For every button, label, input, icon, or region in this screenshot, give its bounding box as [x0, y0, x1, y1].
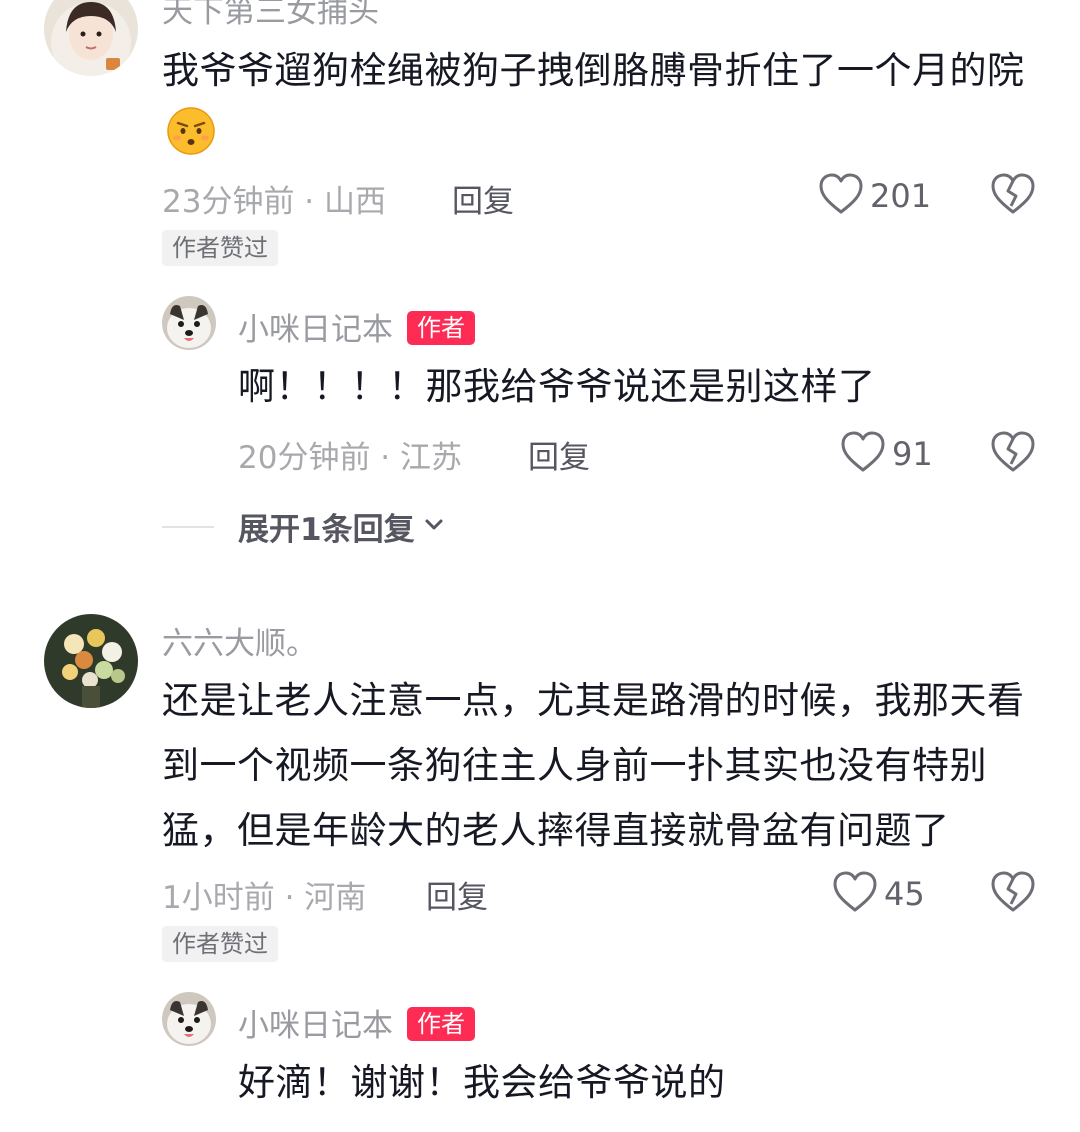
author-tag: 作者	[407, 311, 475, 345]
heart-outline-icon	[840, 430, 886, 478]
reply-text: 啊！！！！那我给爷爷说还是别这样了	[238, 365, 876, 408]
expand-replies-button[interactable]: 展开1条回复	[162, 504, 445, 549]
reply-button[interactable]: 回复	[426, 872, 488, 917]
like-count: 91	[892, 435, 933, 473]
expand-replies-label: 展开1条回复	[238, 512, 415, 548]
like-button[interactable]: 201	[818, 172, 931, 220]
heart-outline-icon	[818, 172, 864, 220]
chevron-down-icon	[423, 514, 445, 540]
comment-text: 还是让老人注意一点，尤其是路滑的时候，我那天看到一个视频一条狗往主人身前一扑其实…	[162, 679, 1025, 852]
like-count: 45	[884, 875, 925, 913]
reply-username[interactable]: 小咪日记本 作者	[238, 1000, 475, 1045]
comment-username[interactable]: 天下第三女捕头	[162, 0, 379, 31]
avatar[interactable]	[44, 0, 138, 76]
like-button[interactable]: 45	[832, 870, 925, 918]
worried-face-icon	[166, 106, 216, 176]
divider	[162, 525, 214, 528]
reply-button[interactable]: 回复	[528, 432, 590, 477]
author-liked-badge: 作者赞过	[162, 230, 278, 266]
dislike-button[interactable]	[990, 870, 1036, 918]
comment-text: 我爷爷遛狗栓绳被狗子拽倒胳膊骨折住了一个月的院	[162, 38, 1042, 176]
avatar[interactable]	[44, 614, 138, 708]
avatar[interactable]	[162, 992, 216, 1046]
author-liked-badge: 作者赞过	[162, 926, 278, 962]
like-count: 201	[870, 177, 932, 215]
comment-username[interactable]: 六六大顺。	[162, 618, 317, 663]
author-tag: 作者	[407, 1007, 475, 1041]
heart-outline-icon	[832, 870, 878, 918]
broken-heart-icon	[990, 173, 1036, 220]
comment-time-location: 1小时前 · 河南	[162, 880, 367, 916]
like-button[interactable]: 91	[840, 430, 933, 478]
dislike-button[interactable]	[990, 430, 1036, 478]
broken-heart-icon	[990, 871, 1036, 918]
reply-button[interactable]: 回复	[452, 176, 514, 221]
dislike-button[interactable]	[990, 172, 1036, 220]
reply-text: 好滴！谢谢！我会给爷爷说的	[238, 1061, 726, 1104]
comment-time-location: 23分钟前 · 山西	[162, 184, 387, 220]
reply-time-location: 20分钟前 · 江苏	[238, 440, 463, 476]
reply-username[interactable]: 小咪日记本 作者	[238, 304, 475, 349]
broken-heart-icon	[990, 431, 1036, 478]
avatar[interactable]	[162, 296, 216, 350]
